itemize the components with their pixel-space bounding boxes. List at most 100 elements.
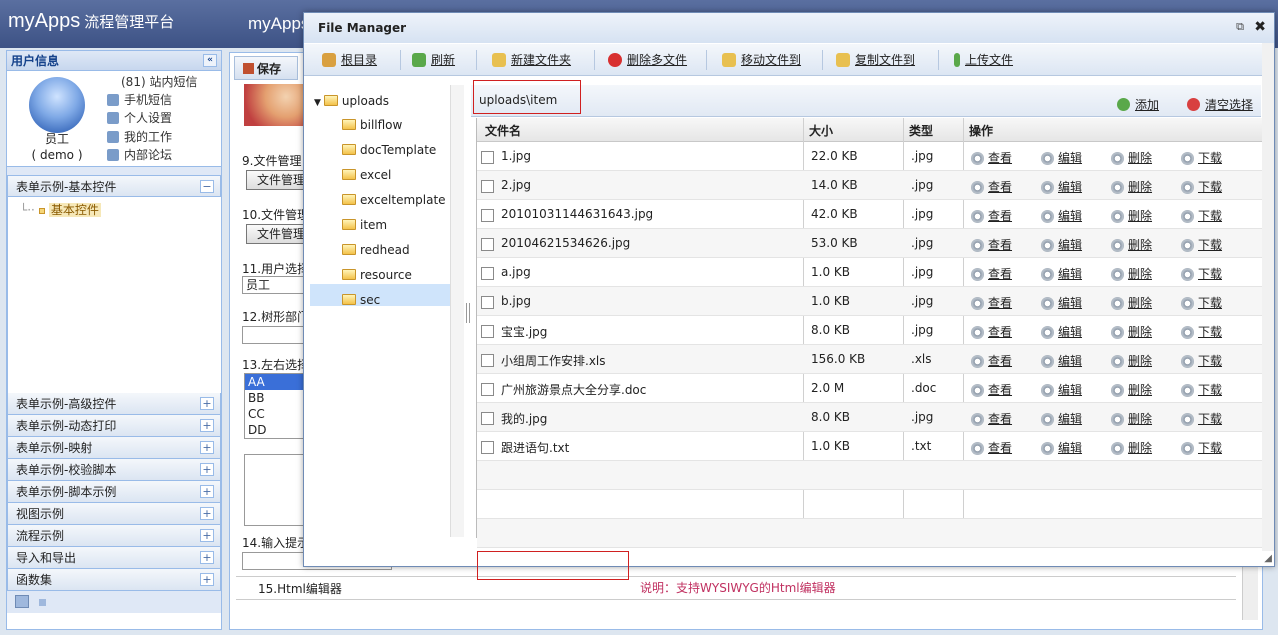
group-functions[interactable]: 函数集 + — [7, 569, 221, 591]
download-button[interactable]: 下载 — [1181, 178, 1222, 195]
delete-button[interactable]: 删除 — [1111, 265, 1152, 282]
edit-button[interactable]: 编辑 — [1041, 323, 1082, 340]
grid-scrollbar[interactable] — [1262, 43, 1274, 551]
view-button[interactable]: 查看 — [971, 410, 1012, 427]
refresh-button[interactable]: 刷新 — [412, 52, 455, 68]
row-checkbox[interactable] — [481, 209, 494, 222]
edit-button[interactable]: 编辑 — [1041, 236, 1082, 253]
new-folder-button[interactable]: 新建文件夹 — [492, 52, 571, 68]
tree-node[interactable]: docTemplate — [342, 140, 436, 160]
link-messages[interactable]: (81) 站内短信 — [121, 73, 197, 91]
tree-node[interactable]: resource — [342, 265, 412, 285]
edit-button[interactable]: 编辑 — [1041, 410, 1082, 427]
close-icon[interactable]: ✖ — [1254, 19, 1266, 35]
edit-button[interactable]: 编辑 — [1041, 265, 1082, 282]
maximize-icon[interactable]: ⧉ — [1236, 20, 1244, 34]
table-row[interactable]: 2.jpg 14.0 KB .jpg 查看 编辑 删除 下载 — [477, 171, 1262, 200]
link-sms[interactable]: 手机短信 — [107, 91, 172, 109]
group-basic-controls[interactable]: 表单示例-基本控件 − — [7, 175, 221, 197]
view-button[interactable]: 查看 — [971, 294, 1012, 311]
row-checkbox[interactable] — [481, 354, 494, 367]
tree-node-item[interactable]: item — [342, 215, 387, 235]
move-files-button[interactable]: 移动文件到 — [722, 52, 801, 68]
minus-icon[interactable]: − — [200, 180, 214, 193]
plus-icon[interactable]: + — [200, 485, 214, 498]
delete-button[interactable]: 删除 — [1111, 323, 1152, 340]
download-button[interactable]: 下载 — [1181, 265, 1222, 282]
add-button[interactable]: 添加 — [1117, 96, 1159, 113]
plus-icon[interactable]: + — [200, 507, 214, 520]
download-button[interactable]: 下载 — [1181, 323, 1222, 340]
row-checkbox[interactable] — [481, 238, 494, 251]
view-button[interactable]: 查看 — [971, 207, 1012, 224]
delete-button[interactable]: 删除 — [1111, 439, 1152, 456]
view-button[interactable]: 查看 — [971, 352, 1012, 369]
delete-button[interactable]: 删除 — [1111, 236, 1152, 253]
download-button[interactable]: 下载 — [1181, 439, 1222, 456]
delete-button[interactable]: 删除 — [1111, 410, 1152, 427]
tree-node[interactable]: redhead — [342, 240, 410, 260]
view-button[interactable]: 查看 — [971, 149, 1012, 166]
tree-node[interactable]: sec — [342, 290, 380, 310]
left-right-listbox[interactable]: AA BB CC DD — [244, 373, 304, 439]
root-dir-button[interactable]: 根目录 — [322, 52, 377, 68]
group-import-export[interactable]: 导入和导出 + — [7, 547, 221, 569]
collapse-icon[interactable]: « — [203, 54, 217, 67]
delete-files-button[interactable]: 删除多文件 — [608, 52, 687, 68]
download-button[interactable]: 下载 — [1181, 410, 1222, 427]
view-button[interactable]: 查看 — [971, 236, 1012, 253]
row-checkbox[interactable] — [481, 267, 494, 280]
upload-button[interactable]: 上传文件 — [954, 52, 1013, 68]
group-print[interactable]: 表单示例-动态打印 + — [7, 415, 221, 437]
edit-button[interactable]: 编辑 — [1041, 294, 1082, 311]
tree-node[interactable]: excel — [342, 165, 391, 185]
delete-button[interactable]: 删除 — [1111, 381, 1152, 398]
row-checkbox[interactable] — [481, 180, 494, 193]
download-button[interactable]: 下载 — [1181, 294, 1222, 311]
col-filename[interactable]: 文件名 — [485, 122, 521, 139]
plus-icon[interactable]: + — [200, 463, 214, 476]
col-type[interactable]: 类型 — [909, 122, 933, 139]
row-checkbox[interactable] — [481, 325, 494, 338]
row-checkbox[interactable] — [481, 441, 494, 454]
edit-button[interactable]: 编辑 — [1041, 207, 1082, 224]
group-advanced[interactable]: 表单示例-高级控件 + — [7, 393, 221, 415]
expand-icon[interactable]: ▼ — [314, 98, 321, 108]
group-validation[interactable]: 表单示例-校验脚本 + — [7, 459, 221, 481]
resize-handle[interactable]: ◢ — [1264, 553, 1272, 564]
group-flows[interactable]: 流程示例 + — [7, 525, 221, 547]
link-forum[interactable]: 内部论坛 — [107, 146, 172, 164]
plus-icon[interactable]: + — [200, 529, 214, 542]
col-size[interactable]: 大小 — [809, 122, 833, 139]
download-button[interactable]: 下载 — [1181, 236, 1222, 253]
file-manager-button-10[interactable]: 文件管理 — [246, 224, 306, 244]
group-script[interactable]: 表单示例-脚本示例 + — [7, 481, 221, 503]
small-layout-icon[interactable] — [39, 599, 46, 606]
delete-button[interactable]: 删除 — [1111, 352, 1152, 369]
clear-selection-button[interactable]: 清空选择 — [1187, 96, 1253, 113]
delete-button[interactable]: 删除 — [1111, 294, 1152, 311]
view-button[interactable]: 查看 — [971, 439, 1012, 456]
edit-button[interactable]: 编辑 — [1041, 439, 1082, 456]
view-button[interactable]: 查看 — [971, 178, 1012, 195]
user-select-input[interactable]: 员工 — [242, 276, 304, 294]
dept-tree-input[interactable] — [242, 326, 304, 344]
plus-icon[interactable]: + — [200, 441, 214, 454]
table-row[interactable]: 1.jpg 22.0 KB .jpg 查看 编辑 删除 下载 — [477, 142, 1262, 171]
tree-scrollbar[interactable] — [450, 85, 464, 537]
link-my-work[interactable]: 我的工作 — [107, 128, 172, 146]
group-views[interactable]: 视图示例 + — [7, 503, 221, 525]
text-area[interactable] — [244, 454, 304, 526]
delete-button[interactable]: 删除 — [1111, 207, 1152, 224]
table-row[interactable]: 跟进语句.txt 1.0 KB .txt 查看 编辑 删除 下载 — [477, 432, 1262, 461]
list-item[interactable]: BB — [245, 390, 303, 406]
view-button[interactable]: 查看 — [971, 381, 1012, 398]
save-button[interactable]: 保存 — [234, 56, 298, 80]
copy-files-button[interactable]: 复制文件到 — [836, 52, 915, 68]
form-scrollbar[interactable] — [1242, 560, 1258, 620]
tree-node[interactable]: exceltemplate — [342, 190, 446, 210]
table-row[interactable]: 20101031144631643.jpg 42.0 KB .jpg 查看 编辑 删除 下载 — [477, 200, 1262, 229]
download-button[interactable]: 下载 — [1181, 352, 1222, 369]
download-button[interactable]: 下载 — [1181, 149, 1222, 166]
tree-item-basic-controls[interactable]: 基本控件 — [48, 203, 101, 217]
